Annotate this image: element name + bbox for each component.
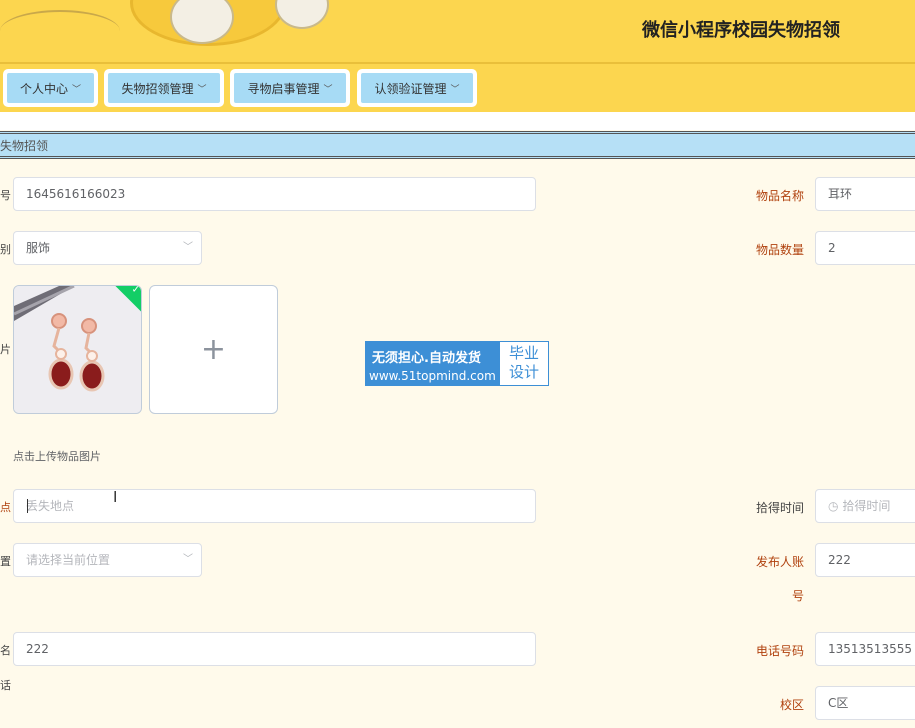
- uploaded-image[interactable]: ✓: [13, 285, 142, 414]
- label-edge-contact: 名: [0, 644, 11, 657]
- header-decoration: [0, 10, 120, 52]
- nav-label: 认领验证管理: [374, 81, 447, 96]
- item-name-input[interactable]: 耳环: [815, 177, 915, 211]
- label-edge-lost-place: 点: [0, 501, 11, 514]
- chevron-down-icon: ﹀: [183, 242, 193, 253]
- spacer-bar: [0, 112, 915, 130]
- phone-label: 电话号码: [755, 644, 804, 658]
- breadcrumb: 失物招领: [0, 131, 915, 159]
- nav-label: 失物招领管理: [121, 81, 194, 96]
- item-name-label: 物品名称: [755, 189, 804, 203]
- category-select[interactable]: 服饰 ﹀: [13, 231, 202, 265]
- clock-icon: ◷: [828, 499, 839, 513]
- label-edge-location: 置: [0, 555, 11, 568]
- chevron-down-icon: ﹀: [197, 84, 207, 95]
- campus-input[interactable]: C区: [815, 686, 915, 720]
- publisher-input[interactable]: 222: [815, 543, 915, 577]
- chevron-down-icon: ﹀: [450, 84, 460, 95]
- upload-add-button[interactable]: +: [149, 285, 278, 414]
- nav-label: 个人中心: [19, 81, 68, 96]
- plus-icon: +: [200, 332, 227, 367]
- location-placeholder: 请选择当前位置: [26, 553, 111, 567]
- app-title: 微信小程序校园失物招领: [642, 20, 840, 41]
- lost-place-input[interactable]: 丢失地点: [13, 489, 536, 523]
- category-value: 服饰: [26, 241, 51, 255]
- text-cursor-icon: I: [113, 488, 118, 506]
- label-edge-contact2: 话: [0, 679, 11, 692]
- nav-lost-found-management[interactable]: 失物招领管理 ﹀: [104, 69, 224, 107]
- publisher-label: 发布人账 号: [740, 553, 804, 604]
- location-select[interactable]: 请选择当前位置 ﹀: [13, 543, 202, 577]
- watermark-banner: 无须担心.自动发货 www.51topmind.com 毕业 设计: [365, 341, 549, 386]
- watermark-badge: 毕业 设计: [500, 342, 548, 385]
- publisher-label-line1: 发布人账: [755, 555, 804, 569]
- chevron-down-icon: ﹀: [323, 84, 333, 95]
- nav-claim-verify-management[interactable]: 认领验证管理 ﹀: [357, 69, 477, 107]
- header-decoration: [275, 0, 329, 29]
- nav-lost-notice-management[interactable]: 寻物启事管理 ﹀: [230, 69, 350, 107]
- label-edge-number: 号: [0, 189, 11, 202]
- found-time-placeholder: 拾得时间: [842, 499, 891, 513]
- quantity-input[interactable]: 2: [815, 231, 915, 265]
- breadcrumb-label: 失物招领: [0, 139, 49, 153]
- contact-name-input[interactable]: 222: [13, 632, 536, 666]
- phone-input[interactable]: 13513513555: [815, 632, 915, 666]
- label-edge-category: 别: [0, 243, 11, 256]
- chevron-down-icon: ﹀: [72, 84, 82, 95]
- label-edge-image: 片: [0, 343, 11, 356]
- found-time-picker[interactable]: ◷ 拾得时间: [815, 489, 915, 523]
- found-time-label: 拾得时间: [755, 501, 804, 515]
- upload-hint: 点击上传物品图片: [13, 450, 101, 463]
- item-number-input[interactable]: 1645616166023: [13, 177, 536, 211]
- publisher-label-line2: 号: [791, 589, 804, 603]
- watermark-badge-line1: 毕业: [508, 344, 539, 362]
- nav-label: 寻物启事管理: [247, 81, 320, 96]
- campus-label: 校区: [779, 698, 804, 712]
- earring-photo: [14, 286, 141, 413]
- text-caret: [27, 499, 28, 513]
- header-banner: 微信小程序校园失物招领: [0, 0, 915, 62]
- watermark-line1: 无须担心.自动发货: [372, 351, 481, 366]
- watermark-line2: www.51topmind.com: [369, 369, 496, 383]
- quantity-label: 物品数量: [755, 243, 804, 257]
- chevron-down-icon: ﹀: [183, 554, 193, 565]
- top-nav: 个人中心 ﹀ 失物招领管理 ﹀ 寻物启事管理 ﹀ 认领验证管理 ﹀: [0, 62, 915, 114]
- check-icon: ✓: [131, 285, 140, 296]
- nav-personal-center[interactable]: 个人中心 ﹀: [3, 69, 98, 107]
- watermark-badge-line2: 设计: [508, 363, 539, 381]
